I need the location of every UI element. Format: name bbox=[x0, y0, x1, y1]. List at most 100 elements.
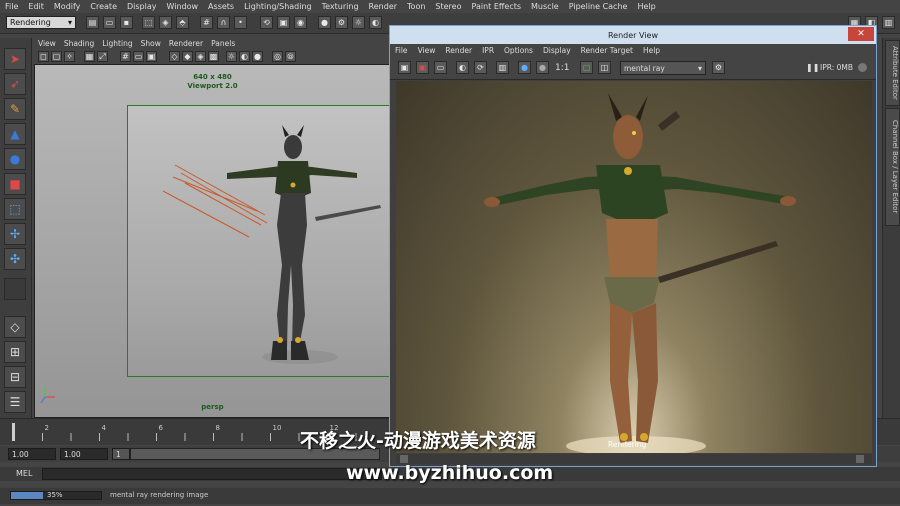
viewport-menu-panels[interactable]: Panels bbox=[207, 39, 239, 48]
snap-grid-icon[interactable]: # bbox=[200, 16, 213, 29]
select-object-icon[interactable]: ◈ bbox=[159, 16, 172, 29]
pause-ipr-icon[interactable]: ❚❚ bbox=[806, 63, 819, 72]
start-time-field[interactable]: 1.00 bbox=[8, 448, 56, 460]
soft-mod-icon[interactable]: ✢ bbox=[4, 223, 26, 245]
scale-tool-icon[interactable]: ■ bbox=[4, 173, 26, 195]
render-view-menu-options[interactable]: Options bbox=[499, 46, 538, 55]
xray-icon[interactable]: ⦾ bbox=[285, 51, 296, 62]
menu-assets[interactable]: Assets bbox=[203, 2, 239, 11]
range-slider-start[interactable]: 1 bbox=[112, 448, 130, 460]
universal-manipulator-icon[interactable]: ⬚ bbox=[4, 198, 26, 220]
camera-attributes-icon[interactable]: ▢ bbox=[51, 51, 62, 62]
menu-edit[interactable]: Edit bbox=[23, 2, 49, 11]
character-model-viewport[interactable] bbox=[35, 65, 390, 417]
lasso-tool-icon[interactable]: ➶ bbox=[4, 73, 26, 95]
render-view-menu-view[interactable]: View bbox=[413, 46, 441, 55]
redo-ipr-render-icon[interactable]: ▣ bbox=[416, 61, 429, 74]
single-perspective-layout-icon[interactable]: ◇ bbox=[4, 316, 26, 338]
render-view-window[interactable]: Render View ✕ File View Render IPR Options Di… bbox=[389, 25, 877, 467]
close-button[interactable]: ✕ bbox=[848, 27, 874, 41]
resolution-gate-icon[interactable]: ▣ bbox=[146, 51, 157, 62]
viewport-menu-show[interactable]: Show bbox=[137, 39, 165, 48]
menu-file[interactable]: File bbox=[0, 2, 23, 11]
image-plane-icon[interactable]: ▦ bbox=[84, 51, 95, 62]
menu-texturing[interactable]: Texturing bbox=[317, 2, 364, 11]
render-view-titlebar[interactable]: Render View ✕ bbox=[390, 26, 876, 44]
render-view-menu-file[interactable]: File bbox=[390, 46, 413, 55]
menu-display[interactable]: Display bbox=[122, 2, 162, 11]
show-manipulator-icon[interactable]: ✣ bbox=[4, 248, 26, 270]
export-icon[interactable]: ◫ bbox=[598, 61, 611, 74]
menu-create[interactable]: Create bbox=[85, 2, 122, 11]
ambient-occlusion-icon[interactable]: ● bbox=[252, 51, 263, 62]
open-scene-icon[interactable]: ▭ bbox=[103, 16, 116, 29]
tab-attribute-editor[interactable]: Attribute Editor bbox=[885, 40, 900, 106]
smooth-shade-icon[interactable]: ◆ bbox=[182, 51, 193, 62]
menu-muscle[interactable]: Muscle bbox=[526, 2, 564, 11]
viewport-menu-view[interactable]: View bbox=[34, 39, 60, 48]
textured-icon[interactable]: ▩ bbox=[208, 51, 219, 62]
ipr-render-icon[interactable]: ◉ bbox=[294, 16, 307, 29]
viewport-menu-shading[interactable]: Shading bbox=[60, 39, 98, 48]
tab-channel-box-layer-editor[interactable]: Channel Box / Layer Editor bbox=[885, 108, 900, 226]
rotate-tool-icon[interactable]: ● bbox=[4, 148, 26, 170]
rgb-channels-icon[interactable]: ● bbox=[518, 61, 531, 74]
menu-toon[interactable]: Toon bbox=[402, 2, 430, 11]
menu-render[interactable]: Render bbox=[364, 2, 402, 11]
select-tool-icon[interactable]: ➤ bbox=[4, 48, 26, 70]
menu-paint-effects[interactable]: Paint Effects bbox=[467, 2, 527, 11]
channel-box-icon[interactable]: ▥ bbox=[882, 16, 895, 29]
four-view-layout-icon[interactable]: ⊞ bbox=[4, 341, 26, 363]
shadows-icon[interactable]: ◐ bbox=[239, 51, 250, 62]
menu-set-select[interactable]: Rendering ▾ bbox=[6, 16, 76, 29]
refresh-icon[interactable]: ⟳ bbox=[474, 61, 487, 74]
real-size-label[interactable]: 1:1 bbox=[555, 63, 569, 73]
menu-lighting-shading[interactable]: Lighting/Shading bbox=[239, 2, 317, 11]
save-scene-icon[interactable]: ▪ bbox=[120, 16, 133, 29]
render-view-menu-display[interactable]: Display bbox=[538, 46, 576, 55]
menu-stereo[interactable]: Stereo bbox=[430, 2, 466, 11]
render-region-icon[interactable]: ▭ bbox=[434, 61, 447, 74]
menu-window[interactable]: Window bbox=[162, 2, 204, 11]
render-view-menu-render[interactable]: Render bbox=[440, 46, 477, 55]
camera-icon[interactable]: ◐ bbox=[369, 16, 382, 29]
snap-curve-icon[interactable]: ∩ bbox=[217, 16, 230, 29]
render-view-menu-render-target[interactable]: Render Target bbox=[576, 46, 638, 55]
renderer-select[interactable]: mental ray ▾ bbox=[620, 61, 706, 75]
shaded-wireframe-icon[interactable]: ◈ bbox=[195, 51, 206, 62]
twod-pan-zoom-icon[interactable]: ⤢ bbox=[97, 51, 108, 62]
light-icon[interactable]: ☼ bbox=[352, 16, 365, 29]
viewport-menu-lighting[interactable]: Lighting bbox=[98, 39, 136, 48]
film-gate-icon[interactable]: ▭ bbox=[133, 51, 144, 62]
menu-modify[interactable]: Modify bbox=[49, 2, 86, 11]
scroll-right-icon[interactable] bbox=[856, 455, 864, 463]
keep-image-icon[interactable]: ▥ bbox=[496, 61, 509, 74]
select-hierarchy-icon[interactable]: ⬚ bbox=[142, 16, 155, 29]
isolate-select-icon[interactable]: ◎ bbox=[272, 51, 283, 62]
snapshot-icon[interactable]: ◐ bbox=[456, 61, 469, 74]
menu-help[interactable]: Help bbox=[632, 2, 660, 11]
display-icon[interactable]: ▢ bbox=[580, 61, 593, 74]
paint-select-icon[interactable]: ✎ bbox=[4, 98, 26, 120]
rendered-image[interactable]: Rendering bbox=[396, 81, 872, 453]
perspective-outliner-layout-icon[interactable]: ⊟ bbox=[4, 366, 26, 388]
use-lights-icon[interactable]: ☼ bbox=[226, 51, 237, 62]
render-frame-icon[interactable]: ▣ bbox=[277, 16, 290, 29]
select-component-icon[interactable]: ⬘ bbox=[176, 16, 189, 29]
mel-input[interactable] bbox=[42, 468, 382, 480]
render-settings-icon[interactable]: ⚙ bbox=[335, 16, 348, 29]
playback-start-field[interactable]: 1.00 bbox=[60, 448, 108, 460]
mel-label[interactable]: MEL bbox=[16, 469, 32, 478]
move-tool-icon[interactable]: ▲ bbox=[4, 123, 26, 145]
bookmark-icon[interactable]: ✧ bbox=[64, 51, 75, 62]
hypershade-icon[interactable]: ● bbox=[318, 16, 331, 29]
redo-previous-render-icon[interactable]: ▣ bbox=[398, 61, 411, 74]
new-scene-icon[interactable]: ▤ bbox=[86, 16, 99, 29]
last-tool-icon[interactable] bbox=[4, 278, 26, 300]
render-view-menu-ipr[interactable]: IPR bbox=[477, 46, 499, 55]
viewport-menu-renderer[interactable]: Renderer bbox=[165, 39, 207, 48]
snap-point-icon[interactable]: • bbox=[234, 16, 247, 29]
render-view-menu-help[interactable]: Help bbox=[638, 46, 665, 55]
grid-toggle-icon[interactable]: # bbox=[120, 51, 131, 62]
render-settings-icon[interactable]: ⚙ bbox=[712, 61, 725, 74]
